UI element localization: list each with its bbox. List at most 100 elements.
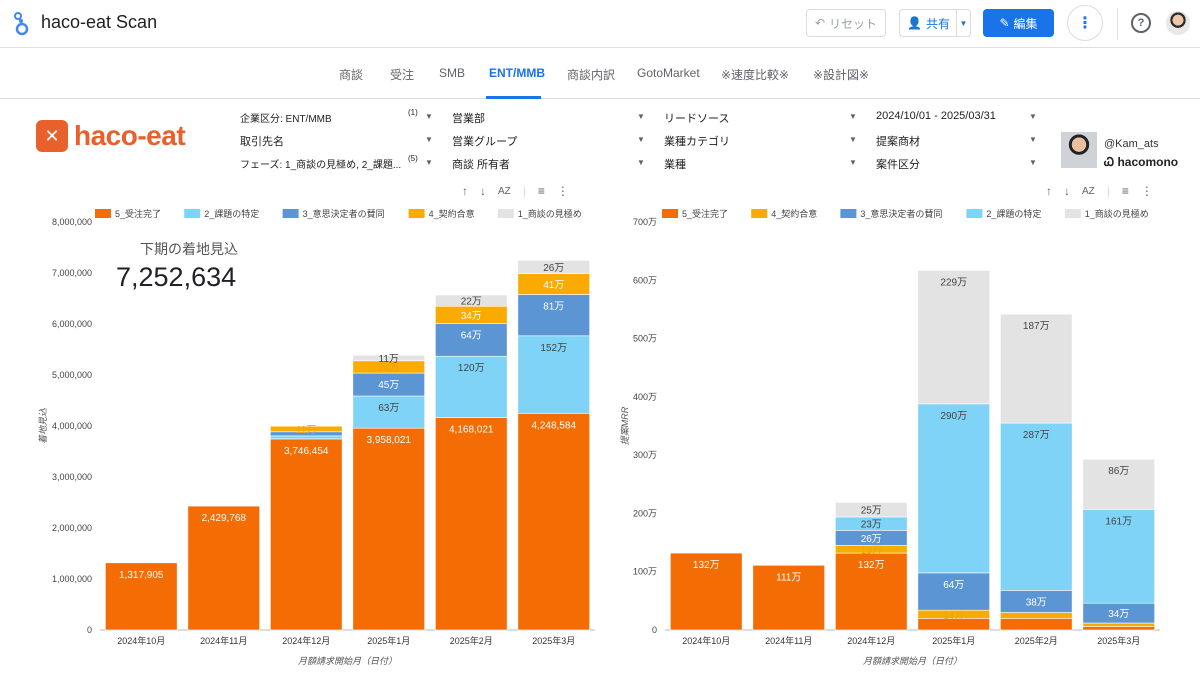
legend-label: 2_課題の特定	[204, 208, 259, 219]
y-tick-label: 700万	[633, 217, 657, 227]
bar-data-label: 22万	[461, 297, 482, 308]
chevron-down-icon[interactable]: ▼	[1029, 158, 1037, 167]
filter-label: フェーズ: 1_商談の見極め, 2_課題...	[240, 160, 402, 171]
x-tick-label: 2025年1月	[932, 635, 975, 646]
chevron-down-icon[interactable]: ▼	[1029, 112, 1037, 121]
bar-data-label: 111万	[776, 572, 801, 583]
y-tick-label: 7,000,000	[52, 268, 92, 278]
tab-speed-compare[interactable]: ※速度比較※	[721, 66, 789, 83]
chevron-down-icon[interactable]: ▼	[849, 158, 857, 167]
y-tick-label: 5,000,000	[52, 370, 92, 380]
bar-data-label: 64万	[461, 331, 482, 342]
filter-control[interactable]: 営業部	[452, 110, 485, 126]
tab-gotomarket[interactable]: GotoMarket	[637, 66, 700, 80]
x-tick-label: 2025年2月	[450, 635, 493, 646]
bar-data-label: 11万	[296, 425, 316, 436]
chevron-down-icon[interactable]: ▼	[849, 135, 857, 144]
more-vert-icon[interactable]: ⋮	[557, 184, 569, 198]
chevron-down-icon[interactable]: ▼	[425, 112, 433, 121]
sort-up-icon[interactable]: ↑	[462, 184, 468, 198]
filter-label: 業種	[664, 159, 686, 171]
legend-label: 4_契約合意	[429, 208, 475, 219]
bar-data-label: 25万	[861, 506, 882, 517]
legend-swatch	[1064, 209, 1081, 218]
legend-label: 1_商談の見極め	[1085, 208, 1149, 219]
bar-data-label: 4,168,021	[449, 424, 494, 435]
x-axis-title: 月額請求開始月（日付）	[298, 656, 397, 666]
tab-juchu[interactable]: 受注	[390, 66, 414, 83]
share-dropdown-button[interactable]: ▼	[956, 9, 971, 37]
chevron-down-icon[interactable]: ▼	[849, 112, 857, 121]
toolbar-divider: |	[1106, 184, 1110, 198]
edit-button[interactable]: ✎ 編集	[983, 9, 1054, 37]
sort-down-icon[interactable]: ↓	[1064, 184, 1070, 198]
chevron-down-icon[interactable]: ▼	[1029, 135, 1037, 144]
sort-az-icon[interactable]: AZ	[1082, 186, 1095, 197]
bar-data-label: 13万	[861, 545, 882, 556]
bar-data-label: 120万	[458, 363, 485, 374]
filter-control[interactable]: 案件区分	[876, 156, 920, 172]
reset-button[interactable]: ↶ リセット	[806, 9, 886, 37]
chevron-down-icon[interactable]: ▼	[637, 135, 645, 144]
bar-data-label: 132万	[858, 560, 885, 571]
x-axis-title: 月額請求開始月（日付）	[863, 656, 962, 666]
filter-control[interactable]: 業種	[664, 156, 686, 172]
legend-swatch	[662, 209, 678, 218]
tab-shodan[interactable]: 商談	[339, 66, 363, 83]
avatar[interactable]	[1166, 11, 1190, 35]
sort-az-icon[interactable]: AZ	[498, 186, 511, 197]
bar-data-label: 81万	[543, 301, 564, 312]
x-tick-label: 2025年3月	[1097, 635, 1140, 646]
filter-control[interactable]: 営業グループ	[452, 133, 517, 149]
filter-control[interactable]: 業種カテゴリ	[664, 133, 730, 149]
share-button[interactable]: 👤 共有	[899, 9, 957, 37]
filter-count-badge: (1)	[408, 108, 418, 117]
filter-label: 提案商材	[876, 136, 920, 148]
tab-design[interactable]: ※設計図※	[813, 66, 869, 83]
sort-down-icon[interactable]: ↓	[480, 184, 486, 198]
filter-label: 商談 所有者	[452, 159, 511, 171]
chevron-down-icon[interactable]: ▼	[637, 112, 645, 121]
looker-studio-logo-icon	[14, 12, 29, 36]
help-icon[interactable]: ?	[1131, 13, 1151, 33]
legend-label: 4_契約合意	[771, 208, 817, 219]
tab-smb[interactable]: SMB	[439, 66, 465, 80]
filter-label: 企業区分: ENT/MMB	[240, 114, 332, 125]
filter-control[interactable]: 2024/10/01 - 2025/03/31	[876, 110, 996, 122]
sort-up-icon[interactable]: ↑	[1046, 184, 1052, 198]
legend-label: 3_意思決定者の賛同	[860, 208, 942, 219]
bar-data-label: 161万	[1105, 516, 1132, 527]
filter-control[interactable]: 取引先名	[240, 133, 284, 149]
share-label: 共有	[925, 16, 950, 31]
filter-control[interactable]: 提案商材	[876, 133, 920, 149]
filter-control[interactable]: 企業区分: ENT/MMB	[240, 110, 332, 125]
tab-shodan-uchiwake[interactable]: 商談内訳	[567, 66, 615, 83]
chevron-down-icon[interactable]: ▼	[425, 158, 433, 167]
bar-segment	[1082, 622, 1155, 627]
bar-data-label: 287万	[1023, 430, 1050, 441]
chevron-down-icon[interactable]: ▼	[637, 158, 645, 167]
divider	[1117, 8, 1118, 40]
x-tick-label: 2024年11月	[200, 635, 247, 646]
bar-data-label: 187万	[1023, 321, 1050, 332]
x-tick-label: 2024年10月	[117, 635, 165, 646]
y-tick-label: 1,000,000	[52, 574, 92, 584]
y-tick-label: 0	[87, 625, 92, 635]
x-tick-label: 2024年10月	[682, 635, 730, 646]
bar-segment	[435, 417, 508, 631]
filter-control[interactable]: フェーズ: 1_商談の見極め, 2_課題...	[240, 156, 401, 171]
filter-control[interactable]: リードソース	[664, 110, 729, 126]
filter-icon[interactable]: ≡	[538, 184, 545, 198]
chevron-down-icon[interactable]: ▼	[425, 135, 433, 144]
pencil-icon: ✎	[999, 16, 1010, 30]
x-tick-label: 2024年12月	[847, 635, 895, 646]
more-options-button[interactable]: ⋮	[1067, 5, 1103, 41]
y-tick-label: 300万	[633, 450, 657, 460]
bar-segment	[1082, 626, 1155, 631]
bar-segment	[1000, 422, 1073, 591]
legend-swatch	[497, 209, 514, 218]
tab-ent-mmb[interactable]: ENT/MMB	[489, 66, 545, 80]
filter-icon[interactable]: ≡	[1122, 184, 1129, 198]
filter-control[interactable]: 商談 所有者	[452, 156, 510, 172]
more-vert-icon[interactable]: ⋮	[1141, 184, 1153, 198]
